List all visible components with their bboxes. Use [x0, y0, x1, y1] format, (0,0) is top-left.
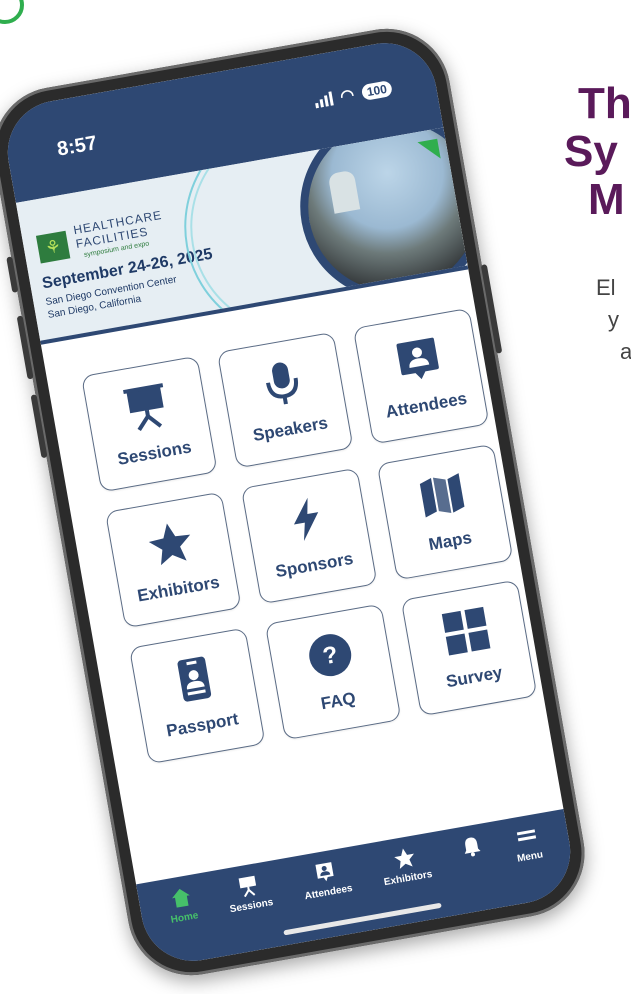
id-card-icon [177, 656, 212, 702]
cellular-signal-icon [314, 91, 334, 109]
app-screen: 8:57 ◠ 100 ⚘ HEALTHCARE FACILITIES sympo… [0, 34, 579, 970]
person-badge-icon [396, 337, 439, 380]
tile-faq[interactable]: ? FAQ [264, 603, 402, 741]
tab-label: Sessions [228, 896, 275, 916]
promo-body: El y a [596, 272, 631, 368]
tab-notifications[interactable] [458, 834, 493, 913]
healthcare-facilities-logo-icon: ⚘ [35, 230, 71, 264]
star-icon [148, 523, 191, 566]
tile-survey[interactable]: Survey [400, 579, 538, 717]
grid-icon [441, 606, 491, 656]
tile-sponsors[interactable]: Sponsors [240, 467, 378, 605]
tile-label: Sessions [116, 437, 193, 469]
promo-body-line-1: El [596, 275, 616, 300]
person-badge-icon [315, 862, 334, 882]
question-icon: ? [309, 634, 352, 677]
promo-body-line-3: a [620, 339, 631, 364]
promo-headline-line-3: M [588, 175, 625, 224]
status-time: 8:57 [55, 132, 99, 161]
tile-label: FAQ [319, 688, 358, 714]
phone-mockup: 8:57 ◠ 100 ⚘ HEALTHCARE FACILITIES sympo… [0, 18, 595, 986]
lightning-icon [293, 497, 319, 541]
decorative-green-ring [0, 0, 24, 24]
promo-headline-line-1: Th [578, 79, 631, 128]
tile-exhibitors[interactable]: Exhibitors [104, 491, 242, 629]
promo-headline: Th Sy M [564, 79, 631, 224]
tile-maps[interactable]: Maps [376, 443, 514, 581]
tile-passport[interactable]: Passport [128, 627, 266, 765]
tile-label: Maps [427, 527, 474, 555]
tile-label: Sponsors [274, 548, 355, 582]
microphone-icon [266, 362, 298, 405]
tab-menu[interactable]: Menu [512, 824, 551, 903]
tile-label: Attendees [384, 388, 469, 422]
banner-corner-accent [417, 138, 441, 162]
feature-grid: Sessions Speakers Attendees Exhibitors S… [80, 307, 538, 765]
presentation-icon [123, 383, 164, 431]
tab-label: Attendees [303, 882, 354, 903]
bell-icon [464, 837, 481, 857]
tile-label: Survey [444, 662, 504, 692]
promo-body-line-2: y [608, 307, 619, 332]
tab-label: Exhibitors [383, 868, 434, 889]
battery-icon: 100 [360, 80, 394, 101]
wifi-icon: ◠ [339, 86, 356, 106]
house-icon [171, 888, 190, 908]
tab-label: Menu [516, 849, 544, 865]
tab-label: Home [169, 910, 200, 926]
status-icons: ◠ 100 [313, 78, 394, 111]
tab-home[interactable]: Home [165, 885, 206, 965]
map-icon [419, 473, 465, 518]
photo-building [327, 169, 361, 214]
tab-sessions[interactable]: Sessions [224, 871, 280, 953]
tile-label: Speakers [251, 413, 330, 446]
tile-sessions[interactable]: Sessions [80, 355, 218, 493]
star-icon [394, 848, 414, 869]
tile-speakers[interactable]: Speakers [216, 331, 354, 469]
promo-headline-line-2: Sy [564, 127, 618, 176]
hamburger-icon [516, 829, 536, 842]
presentation-icon [238, 875, 257, 898]
tile-label: Exhibitors [135, 572, 222, 606]
tile-label: Passport [164, 709, 240, 741]
tile-attendees[interactable]: Attendees [352, 307, 490, 445]
